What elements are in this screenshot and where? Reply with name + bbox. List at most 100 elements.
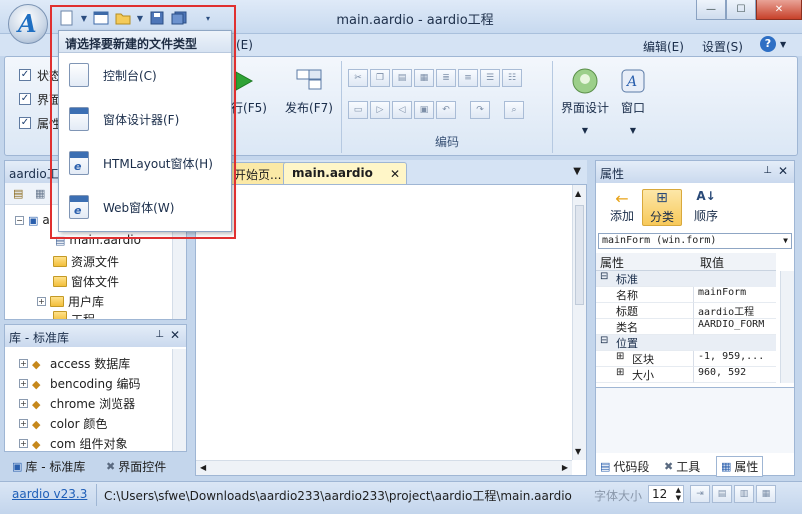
expand-icon[interactable]: + — [19, 419, 28, 428]
window-button[interactable]: A 窗口 ▼ — [613, 65, 653, 135]
open-folder-icon[interactable] — [113, 8, 133, 28]
add-button[interactable]: ← 添加 — [604, 189, 640, 224]
tab-start-page[interactable]: 开始页... — [225, 162, 291, 184]
library-item[interactable]: + ◆ chrome 浏览器 — [19, 395, 135, 412]
open-dropdown-arrow-icon[interactable]: ▼ — [135, 8, 145, 28]
pin-icon[interactable]: ⊥ — [763, 165, 772, 176]
undo-icon[interactable]: ↶ — [436, 101, 456, 119]
new-dropdown-arrow-icon[interactable]: ▼ — [79, 8, 89, 28]
tab-properties[interactable]: ▦ 属性 — [716, 456, 764, 477]
close-panel-icon[interactable]: ✕ — [170, 328, 180, 342]
cut-icon[interactable]: ✂ — [348, 69, 368, 87]
project-toolbar-icon-1[interactable]: ▤ — [13, 187, 23, 200]
window-icon[interactable] — [91, 8, 111, 28]
expand-icon[interactable]: + — [19, 439, 28, 448]
scroll-down-icon[interactable]: ▼ — [575, 447, 581, 456]
property-row[interactable]: ⊞ 区块 -1, 959,... — [596, 351, 776, 367]
status-tool-4-icon[interactable]: ▦ — [756, 485, 776, 503]
find-icon[interactable]: ⌕ — [504, 101, 524, 119]
sort-button[interactable]: A↓ 顺序 — [688, 189, 724, 224]
library-item[interactable]: + ◆ color 颜色 — [19, 415, 107, 432]
tree-row-resources[interactable]: 资源文件 — [53, 253, 119, 270]
status-checkbox[interactable]: ✓ — [19, 69, 31, 81]
new-file-icon[interactable] — [57, 8, 77, 28]
save-all-icon[interactable] — [169, 8, 189, 28]
status-tool-3-icon[interactable]: ▥ — [734, 485, 754, 503]
outdent-icon[interactable]: ≡ — [458, 69, 478, 87]
scroll-up-icon[interactable]: ▲ — [575, 189, 581, 198]
editor-vscroll[interactable]: ▲ ▼ — [572, 185, 586, 460]
library-item[interactable]: + ◆ com 组件对象 — [19, 435, 127, 452]
props-checkbox[interactable]: ✓ — [19, 117, 31, 129]
property-value[interactable]: aardio工程 — [694, 303, 776, 319]
minimize-button[interactable]: — — [696, 0, 726, 20]
new-console-item[interactable]: 控制台(C) — [59, 53, 231, 97]
property-row[interactable]: 标题 aardio工程 — [596, 303, 776, 319]
code-editor[interactable]: ▲ ▼ ◀ ▶ — [195, 184, 587, 476]
property-row[interactable]: ⊞ 大小 960, 592 — [596, 367, 776, 383]
format-icon[interactable]: ▦ — [414, 69, 434, 87]
tab-tools[interactable]: ✖ 工具 — [664, 458, 700, 475]
scroll-left-icon[interactable]: ◀ — [200, 463, 206, 472]
menu-edit[interactable]: 编辑(E) — [643, 38, 684, 55]
expand-icon[interactable]: + — [19, 379, 28, 388]
maximize-button[interactable]: ☐ — [726, 0, 756, 20]
help-icon[interactable]: ? — [760, 36, 776, 52]
select-dropdown-icon[interactable]: ▼ — [783, 236, 788, 245]
close-button[interactable]: ✕ — [756, 0, 802, 20]
tree-row-project-folder[interactable]: 工程 — [53, 311, 95, 319]
next-bookmark-icon[interactable]: ▷ — [370, 101, 390, 119]
property-category[interactable]: ⊟ 位置 — [596, 335, 776, 351]
app-menu-button[interactable]: A — [8, 4, 48, 44]
comment-icon[interactable]: ☰ — [480, 69, 500, 87]
expand-icon[interactable]: + — [19, 359, 28, 368]
spinner-arrows-icon[interactable]: ▲ ▼ — [676, 486, 681, 502]
menu-partial[interactable]: (E) — [236, 38, 253, 52]
prev-bookmark-icon[interactable]: ◁ — [392, 101, 412, 119]
expand-icon[interactable]: + — [19, 399, 28, 408]
property-value[interactable]: -1, 959,... — [694, 351, 776, 367]
font-size-spinner[interactable]: 12 ▲ ▼ — [648, 485, 684, 503]
tree-row-userlib[interactable]: + 用户库 — [37, 293, 104, 310]
collapse-icon[interactable]: ⊟ — [600, 271, 608, 282]
new-web-form-item[interactable]: e Web窗体(W) — [59, 185, 231, 229]
pin-icon[interactable]: ⊥ — [155, 329, 164, 340]
property-category[interactable]: ⊟ 标准 — [596, 271, 776, 287]
paste-icon[interactable]: ▤ — [392, 69, 412, 87]
customize-toolbar-icon[interactable]: ▾ — [203, 8, 213, 28]
editor-hscroll[interactable]: ◀ ▶ — [196, 460, 572, 475]
tab-standard-library[interactable]: ▣ 库 - 标准库 — [12, 458, 85, 475]
library-item[interactable]: + ◆ access 数据库 — [19, 355, 130, 372]
expand-icon[interactable]: + — [37, 297, 46, 306]
new-form-designer-item[interactable]: 窗体设计器(F) — [59, 97, 231, 141]
tab-list-dropdown-icon[interactable]: ▼ — [573, 166, 581, 177]
indent-icon[interactable]: ≣ — [436, 69, 456, 87]
object-select[interactable]: mainForm (win.form) ▼ — [598, 233, 792, 249]
categorize-button[interactable]: ⊞ 分类 — [642, 189, 682, 226]
new-htmlayout-item[interactable]: e HTMLayout窗体(H) — [59, 141, 231, 185]
ui-checkbox[interactable]: ✓ — [19, 93, 31, 105]
ui-design-button[interactable]: 界面设计 ▼ — [559, 65, 611, 135]
property-row[interactable]: 类名 AARDIO_FORM — [596, 319, 776, 335]
close-tab-icon[interactable]: ✕ — [390, 167, 400, 181]
publish-button[interactable]: 发布(F7) — [281, 65, 337, 116]
project-toolbar-icon-2[interactable]: ▦ — [35, 187, 45, 200]
expand-icon[interactable]: ⊞ — [616, 351, 624, 362]
property-value[interactable]: AARDIO_FORM — [694, 319, 776, 335]
library-scrollbar[interactable] — [172, 349, 186, 451]
tree-row-forms[interactable]: 窗体文件 — [53, 273, 119, 290]
property-scrollbar[interactable] — [780, 271, 794, 383]
clear-bookmark-icon[interactable]: ▣ — [414, 101, 434, 119]
expand-icon[interactable]: ⊞ — [616, 367, 624, 378]
status-tool-2-icon[interactable]: ▤ — [712, 485, 732, 503]
version-link[interactable]: aardio v23.3 — [12, 487, 87, 501]
status-tool-1-icon[interactable]: ⇥ — [690, 485, 710, 503]
tree-row-main[interactable]: ▤ main.aardio — [55, 233, 141, 247]
redo-icon[interactable]: ↷ — [470, 101, 490, 119]
tab-ui-controls[interactable]: ✖ 界面控件 — [106, 458, 166, 475]
property-value[interactable]: 960, 592 — [694, 367, 776, 383]
bookmark-icon[interactable]: ▭ — [348, 101, 368, 119]
help-dropdown-icon[interactable]: ▼ — [780, 40, 786, 49]
tab-snippets[interactable]: ▤ 代码段 — [600, 458, 649, 475]
tree-row-project[interactable]: − ▣ a — [15, 213, 50, 227]
